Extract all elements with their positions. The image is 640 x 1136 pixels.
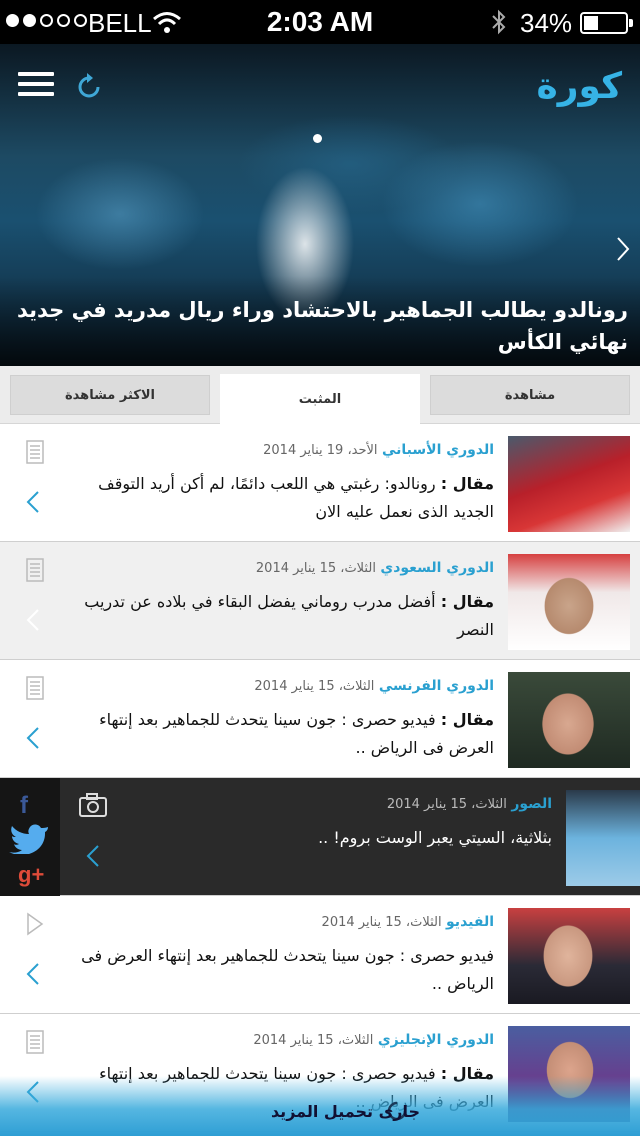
article-date: الثلاث، 15 يناير 2014 bbox=[255, 561, 376, 576]
article-title[interactable]: مقال : فيديو حصرى : جون سينا يتحدث للجما… bbox=[70, 706, 494, 762]
carousel-pager-dot bbox=[313, 134, 322, 143]
article-date: الثلاث، 15 يناير 2014 bbox=[253, 1033, 374, 1048]
play-icon bbox=[27, 912, 44, 936]
article-title-text: فيديو حصرى : جون سينا يتحدث للجماهير بعد… bbox=[99, 710, 494, 757]
bluetooth-icon bbox=[492, 9, 506, 35]
article-title[interactable]: مقال : أفضل مدرب روماني يفضل البقاء في ب… bbox=[70, 588, 494, 644]
googleplus-icon[interactable]: g+ bbox=[18, 862, 44, 888]
article-row[interactable]: الفيديو الثلاث، 15 يناير 2014 فيديو حصرى… bbox=[0, 896, 640, 1014]
featured-article[interactable]: كورة رونالدو يطالب الجماهير بالاحتشاد ور… bbox=[0, 44, 640, 366]
article-category[interactable]: الدوري الإنجليزي bbox=[378, 1032, 494, 1048]
article-prefix: مقال : bbox=[440, 592, 494, 611]
document-icon bbox=[26, 440, 44, 464]
article-date: الثلاث، 15 يناير 2014 bbox=[321, 915, 442, 930]
article-row[interactable]: الدوري السعودي الثلاث، 15 يناير 2014 مقا… bbox=[0, 542, 640, 660]
article-row[interactable]: الدوري الفرنسي الثلاث، 15 يناير 2014 مقا… bbox=[0, 660, 640, 778]
refresh-icon[interactable] bbox=[74, 72, 104, 102]
hero-headline[interactable]: رونالدو يطالب الجماهير بالاحتشاد وراء ري… bbox=[12, 294, 628, 358]
article-meta: الدوري الإنجليزي الثلاث، 15 يناير 2014 bbox=[253, 1032, 494, 1048]
article-meta: الدوري الأسباني الأحد، 19 يناير 2014 bbox=[263, 442, 494, 458]
article-date: الأحد، 19 يناير 2014 bbox=[263, 443, 378, 458]
tab-pinned[interactable]: المثبت bbox=[220, 374, 420, 425]
article-date: الثلاث، 15 يناير 2014 bbox=[254, 679, 375, 694]
status-bar: BELL 2:03 AM 34% bbox=[0, 0, 640, 44]
article-title[interactable]: مقال : رونالدو: رغبتي هي اللعب دائمًا، ل… bbox=[70, 470, 494, 526]
carousel-next-icon[interactable] bbox=[616, 236, 630, 262]
article-title-text: أفضل مدرب روماني يفضل البقاء في بلاده عن… bbox=[84, 592, 494, 639]
chevron-left-icon[interactable] bbox=[26, 962, 40, 986]
app-logo: كورة bbox=[536, 66, 622, 107]
menu-button[interactable] bbox=[18, 72, 54, 102]
document-icon bbox=[26, 558, 44, 582]
article-row[interactable]: f g+ الصور الثلاث، 15 يناير 2014 بثلاثية… bbox=[0, 778, 640, 896]
article-meta: الفيديو الثلاث، 15 يناير 2014 bbox=[322, 914, 494, 930]
chevron-left-icon[interactable] bbox=[26, 490, 40, 514]
article-title-text: بثلاثية، السيتي يعبر الوست بروم! .. bbox=[318, 828, 552, 847]
camera-icon bbox=[79, 793, 107, 817]
twitter-icon[interactable] bbox=[8, 822, 52, 854]
battery-percent: 34% bbox=[520, 8, 573, 38]
article-prefix: مقال : bbox=[440, 710, 494, 729]
load-more-bar[interactable]: جارى تحميل المزيد bbox=[0, 1076, 640, 1136]
load-more-label: جارى تحميل المزيد bbox=[270, 1102, 420, 1121]
article-category[interactable]: الفيديو bbox=[446, 914, 494, 930]
article-category[interactable]: الدوري الأسباني bbox=[382, 442, 494, 458]
article-meta: الدوري السعودي الثلاث، 15 يناير 2014 bbox=[256, 560, 494, 576]
article-row[interactable]: الدوري الأسباني الأحد، 19 يناير 2014 مقا… bbox=[0, 424, 640, 542]
article-thumbnail bbox=[508, 908, 630, 1004]
facebook-icon[interactable]: f bbox=[20, 792, 28, 820]
article-thumbnail bbox=[508, 436, 630, 532]
article-title-text: فيديو حصرى : جون سينا يتحدث للجماهير بعد… bbox=[81, 946, 494, 993]
article-date: الثلاث، 15 يناير 2014 bbox=[386, 797, 507, 812]
social-share-panel: f g+ bbox=[0, 778, 60, 896]
article-category[interactable]: الدوري الفرنسي bbox=[379, 678, 494, 694]
article-title[interactable]: بثلاثية، السيتي يعبر الوست بروم! .. bbox=[130, 824, 552, 852]
battery-icon bbox=[580, 12, 633, 34]
document-icon bbox=[26, 676, 44, 700]
article-meta: الدوري الفرنسي الثلاث، 15 يناير 2014 bbox=[254, 678, 494, 694]
article-category[interactable]: الصور bbox=[511, 796, 552, 812]
tab-views[interactable]: مشاهدة bbox=[430, 375, 630, 415]
tab-bar: الاكثر مشاهدة المثبت مشاهدة bbox=[0, 366, 640, 425]
chevron-left-icon[interactable] bbox=[26, 726, 40, 750]
document-icon bbox=[26, 1030, 44, 1054]
tab-most-viewed[interactable]: الاكثر مشاهدة bbox=[10, 375, 210, 415]
article-thumbnail bbox=[508, 554, 630, 650]
chevron-left-icon[interactable] bbox=[26, 608, 40, 632]
article-title-text: رونالدو: رغبتي هي اللعب دائمًا، لم أكن أ… bbox=[98, 474, 494, 521]
article-title[interactable]: فيديو حصرى : جون سينا يتحدث للجماهير بعد… bbox=[70, 942, 494, 998]
article-thumbnail bbox=[566, 790, 640, 886]
article-thumbnail bbox=[508, 672, 630, 768]
article-category[interactable]: الدوري السعودي bbox=[380, 560, 494, 576]
chevron-left-icon[interactable] bbox=[86, 844, 100, 868]
article-prefix: مقال : bbox=[440, 474, 494, 493]
article-meta: الصور الثلاث، 15 يناير 2014 bbox=[387, 796, 552, 812]
